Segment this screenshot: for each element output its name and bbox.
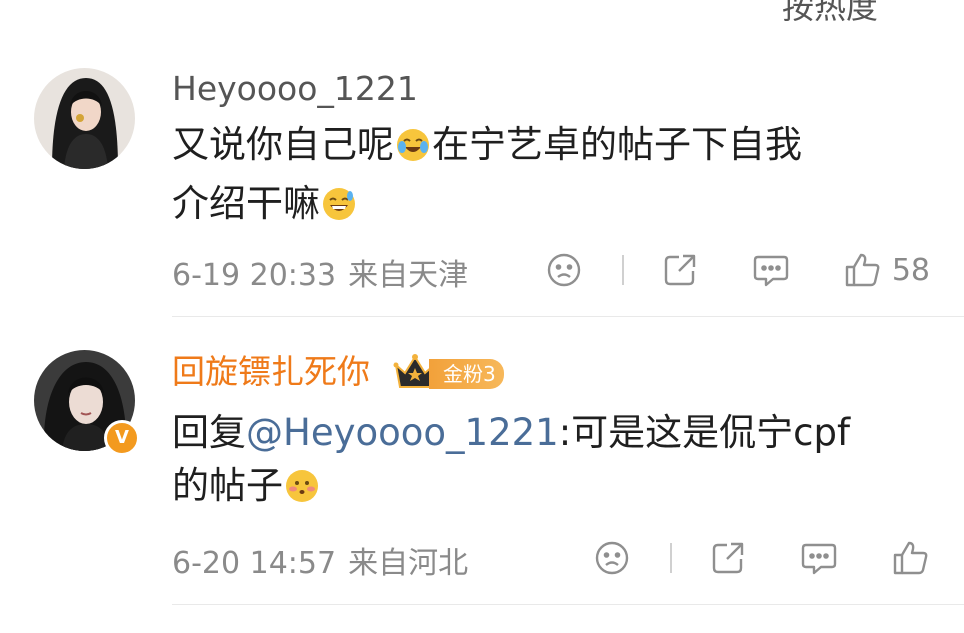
comment-date: 6-20 14:57 bbox=[172, 546, 337, 581]
like-thumb-icon[interactable] bbox=[892, 540, 930, 576]
comment-location: 来自天津 bbox=[348, 258, 469, 293]
like-thumb-icon[interactable] bbox=[844, 252, 882, 288]
dislike-face-icon[interactable] bbox=[544, 252, 584, 288]
comment-meta: 6-19 20:33 来自天津 bbox=[172, 250, 480, 294]
share-icon[interactable] bbox=[710, 540, 746, 576]
verified-v-icon: V bbox=[104, 420, 140, 456]
comment-meta: 6-20 14:57 来自河北 bbox=[172, 538, 480, 582]
username[interactable]: Heyoooo_1221 bbox=[172, 69, 418, 109]
comment-icon[interactable] bbox=[752, 252, 790, 288]
sort-label-partial[interactable]: 按热度 bbox=[782, 0, 878, 28]
avatar[interactable] bbox=[34, 68, 135, 169]
mention-link[interactable]: @Heyoooo_1221 bbox=[246, 411, 559, 454]
comment-text: 回复@Heyoooo_1221:可是这是侃宁cpf 的帖子 bbox=[172, 406, 932, 518]
action-divider bbox=[621, 255, 624, 285]
action-divider bbox=[670, 543, 672, 573]
comment-divider bbox=[172, 316, 964, 317]
fan-badge[interactable]: 金粉3 bbox=[393, 353, 504, 395]
comment-actions: 58 bbox=[544, 248, 930, 292]
comment-icon[interactable] bbox=[800, 540, 838, 576]
cry-laugh-emoji bbox=[395, 124, 431, 177]
fan-level-label: 金粉3 bbox=[429, 359, 504, 389]
username[interactable]: 回旋镖扎死你 bbox=[172, 352, 370, 392]
share-icon[interactable] bbox=[662, 252, 698, 288]
dislike-face-icon[interactable] bbox=[592, 540, 632, 576]
comment-text: 又说你自己呢 在宁艺卓的帖子下自我 介绍干嘛 bbox=[172, 118, 932, 236]
comment-divider bbox=[172, 604, 964, 605]
comment-location: 来自河北 bbox=[348, 546, 469, 581]
grin-sweat-emoji bbox=[321, 183, 357, 236]
blush-emoji bbox=[284, 465, 320, 518]
like-count: 58 bbox=[891, 252, 930, 288]
comment-actions bbox=[592, 536, 930, 580]
comment-date: 6-19 20:33 bbox=[172, 258, 337, 293]
